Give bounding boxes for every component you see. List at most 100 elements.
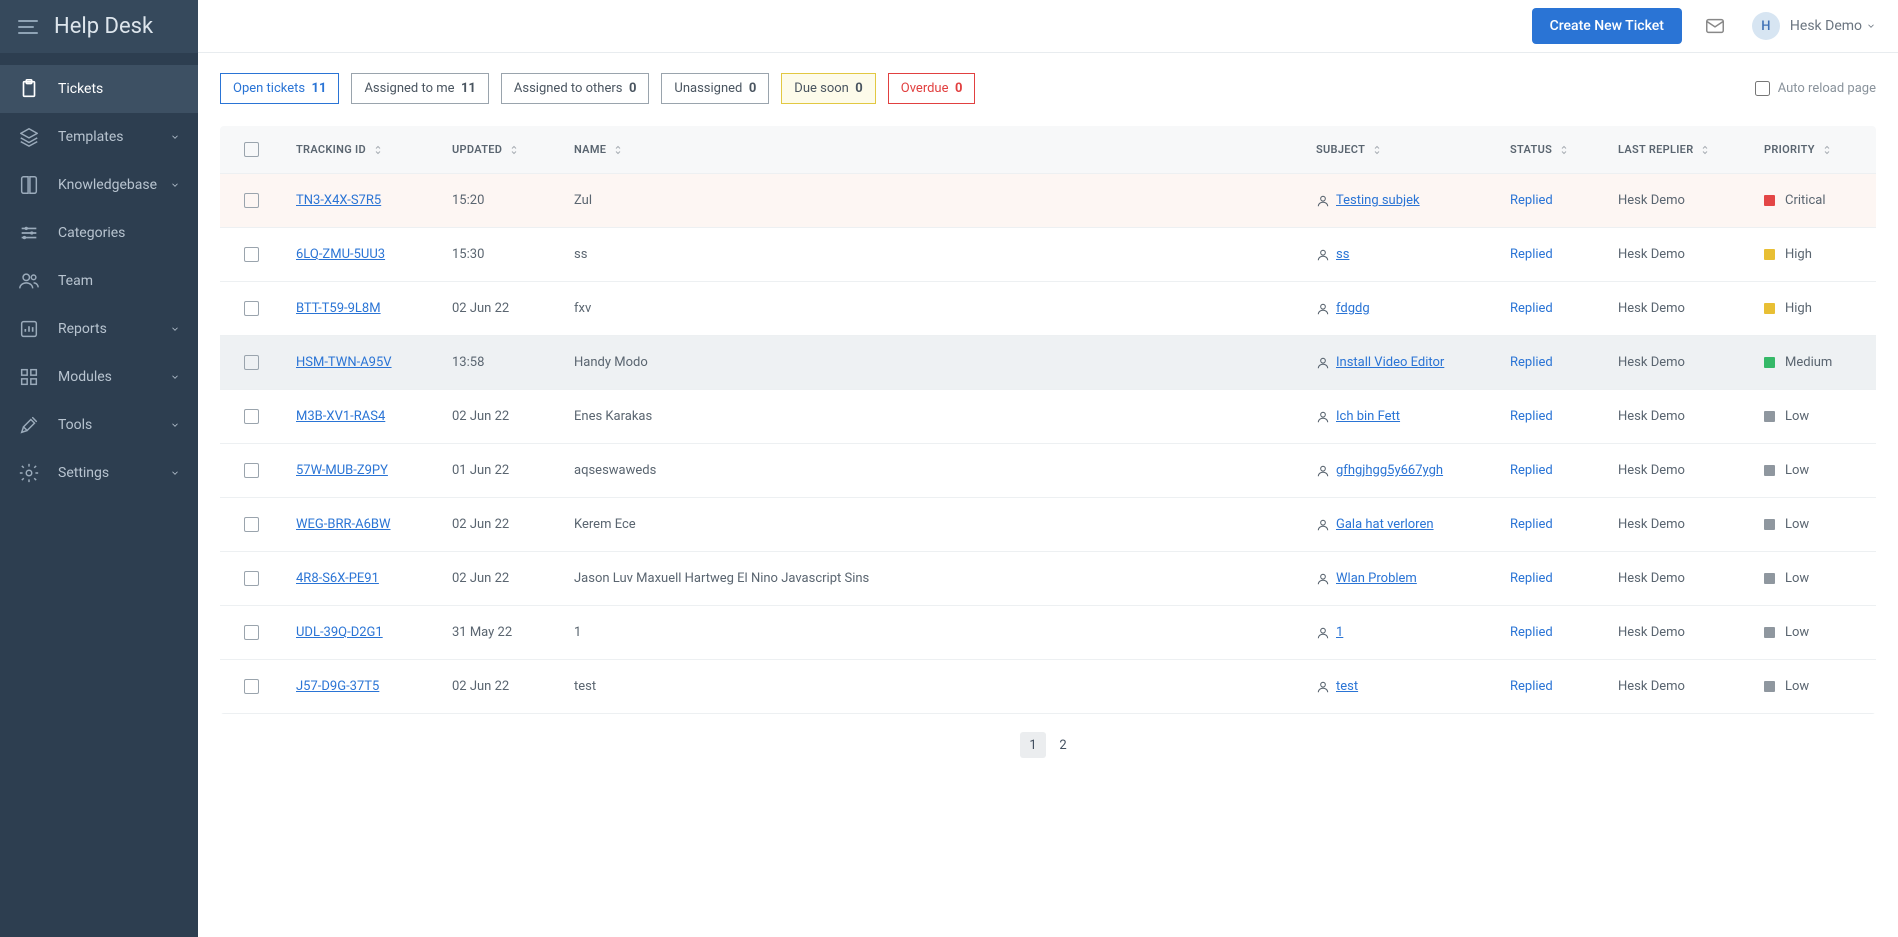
mail-icon[interactable] — [1704, 15, 1726, 37]
sidebar-item-modules[interactable]: Modules — [0, 353, 198, 401]
tracking-link[interactable]: TN3-X4X-S7R5 — [296, 193, 381, 208]
select-all-checkbox[interactable] — [244, 142, 259, 157]
cell-status: Replied — [1510, 409, 1553, 424]
row-checkbox[interactable] — [244, 247, 259, 262]
chevron-down-icon — [1866, 21, 1876, 31]
row-checkbox[interactable] — [244, 463, 259, 478]
tracking-link[interactable]: M3B-XV1-RAS4 — [296, 409, 385, 424]
cell-replier: Hesk Demo — [1604, 444, 1750, 497]
sidebar-item-tools[interactable]: Tools — [0, 401, 198, 449]
cell-replier: Hesk Demo — [1604, 660, 1750, 713]
subject-link[interactable]: test — [1336, 679, 1358, 694]
row-checkbox[interactable] — [244, 301, 259, 316]
sidebar-item-settings[interactable]: Settings — [0, 449, 198, 497]
row-checkbox[interactable] — [244, 625, 259, 640]
table-row[interactable]: J57-D9G-37T502 Jun 22testtestRepliedHesk… — [220, 660, 1876, 714]
tracking-link[interactable]: 6LQ-ZMU-5UU3 — [296, 247, 385, 262]
sidebar-item-reports[interactable]: Reports — [0, 305, 198, 353]
col-name[interactable]: Name — [560, 126, 1302, 173]
user-name: Hesk Demo — [1790, 18, 1862, 34]
sort-icon — [372, 144, 384, 156]
subject-link[interactable]: gfhgjhgg5y667ygh — [1336, 463, 1443, 478]
subject-link[interactable]: fdgdg — [1336, 301, 1370, 316]
clipboard-icon — [18, 78, 40, 100]
filter-due-soon[interactable]: Due soon 0 — [781, 73, 875, 104]
filter-overdue[interactable]: Overdue 0 — [888, 73, 976, 104]
cell-name: ss — [560, 228, 1302, 281]
cell-name: Zul — [560, 174, 1302, 227]
auto-reload-toggle[interactable]: Auto reload page — [1755, 81, 1876, 96]
tracking-link[interactable]: UDL-39Q-D2G1 — [296, 625, 383, 640]
menu-icon[interactable] — [16, 15, 40, 39]
page-1[interactable]: 1 — [1020, 732, 1046, 758]
sidebar-item-label: Modules — [58, 369, 112, 385]
sliders-icon — [18, 222, 40, 244]
brand-title: Help Desk — [54, 14, 153, 39]
subject-link[interactable]: Wlan Problem — [1336, 571, 1417, 586]
sidebar-item-knowledgebase[interactable]: Knowledgebase — [0, 161, 198, 209]
sidebar-item-tickets[interactable]: Tickets — [0, 65, 198, 113]
col-updated[interactable]: Updated — [438, 126, 560, 173]
row-checkbox[interactable] — [244, 571, 259, 586]
subject-link[interactable]: Gala hat verloren — [1336, 517, 1434, 532]
col-replier[interactable]: Last Replier — [1604, 126, 1750, 173]
subject-link[interactable]: Install Video Editor — [1336, 355, 1444, 370]
subject-link[interactable]: Ich bin Fett — [1336, 409, 1400, 424]
row-checkbox[interactable] — [244, 409, 259, 424]
user-menu[interactable]: H Hesk Demo — [1752, 12, 1876, 40]
cell-priority: Low — [1785, 679, 1809, 694]
table-row[interactable]: BTT-T59-9L8M02 Jun 22fxvfdgdgRepliedHesk… — [220, 282, 1876, 336]
sort-icon — [612, 144, 624, 156]
sidebar: Help Desk TicketsTemplatesKnowledgebaseC… — [0, 0, 198, 937]
subject-link[interactable]: 1 — [1336, 625, 1343, 640]
col-priority[interactable]: Priority — [1750, 126, 1876, 173]
tracking-link[interactable]: 57W-MUB-Z9PY — [296, 463, 388, 478]
priority-indicator — [1764, 681, 1775, 692]
tracking-link[interactable]: J57-D9G-37T5 — [296, 679, 379, 694]
row-checkbox[interactable] — [244, 679, 259, 694]
row-checkbox[interactable] — [244, 355, 259, 370]
user-icon — [1316, 302, 1330, 316]
filter-open-tickets[interactable]: Open tickets 11 — [220, 73, 339, 104]
chevron-down-icon — [170, 372, 180, 382]
sidebar-item-categories[interactable]: Categories — [0, 209, 198, 257]
create-ticket-button[interactable]: Create New Ticket — [1532, 8, 1682, 44]
subject-link[interactable]: ss — [1336, 247, 1349, 262]
cell-status: Replied — [1510, 517, 1553, 532]
cell-priority: High — [1785, 247, 1812, 262]
brand-bar: Help Desk — [0, 0, 198, 53]
table-row[interactable]: 4R8-S6X-PE9102 Jun 22Jason Luv Maxuell H… — [220, 552, 1876, 606]
filter-unassigned[interactable]: Unassigned 0 — [661, 73, 769, 104]
cell-updated: 13:58 — [438, 336, 560, 389]
tracking-link[interactable]: HSM-TWN-A95V — [296, 355, 392, 370]
cell-updated: 02 Jun 22 — [438, 390, 560, 443]
sidebar-item-team[interactable]: Team — [0, 257, 198, 305]
subject-link[interactable]: Testing subjek — [1336, 193, 1420, 208]
table-row[interactable]: HSM-TWN-A95V13:58Handy ModoInstall Video… — [220, 336, 1876, 390]
tracking-link[interactable]: BTT-T59-9L8M — [296, 301, 381, 316]
tools-icon — [18, 414, 40, 436]
tracking-link[interactable]: WEG-BRR-A6BW — [296, 517, 391, 532]
auto-reload-checkbox[interactable] — [1755, 81, 1770, 96]
row-checkbox[interactable] — [244, 193, 259, 208]
user-icon — [1316, 356, 1330, 370]
col-status[interactable]: Status — [1496, 126, 1604, 173]
layers-icon — [18, 126, 40, 148]
cell-updated: 02 Jun 22 — [438, 660, 560, 713]
table-row[interactable]: UDL-39Q-D2G131 May 2211RepliedHesk DemoL… — [220, 606, 1876, 660]
sidebar-item-templates[interactable]: Templates — [0, 113, 198, 161]
table-row[interactable]: 57W-MUB-Z9PY01 Jun 22aqseswawedsgfhgjhgg… — [220, 444, 1876, 498]
cell-replier: Hesk Demo — [1604, 606, 1750, 659]
table-row[interactable]: TN3-X4X-S7R515:20ZulTesting subjekReplie… — [220, 174, 1876, 228]
table-row[interactable]: M3B-XV1-RAS402 Jun 22Enes KarakasIch bin… — [220, 390, 1876, 444]
col-tracking[interactable]: Tracking ID — [282, 126, 438, 173]
row-checkbox[interactable] — [244, 517, 259, 532]
tracking-link[interactable]: 4R8-S6X-PE91 — [296, 571, 379, 586]
filter-assigned-to-others[interactable]: Assigned to others 0 — [501, 73, 650, 104]
col-subject[interactable]: Subject — [1302, 126, 1496, 173]
filter-assigned-to-me[interactable]: Assigned to me 11 — [351, 73, 488, 104]
cell-updated: 02 Jun 22 — [438, 282, 560, 335]
table-row[interactable]: WEG-BRR-A6BW02 Jun 22Kerem EceGala hat v… — [220, 498, 1876, 552]
table-row[interactable]: 6LQ-ZMU-5UU315:30ssssRepliedHesk DemoHig… — [220, 228, 1876, 282]
page-2[interactable]: 2 — [1050, 732, 1076, 758]
